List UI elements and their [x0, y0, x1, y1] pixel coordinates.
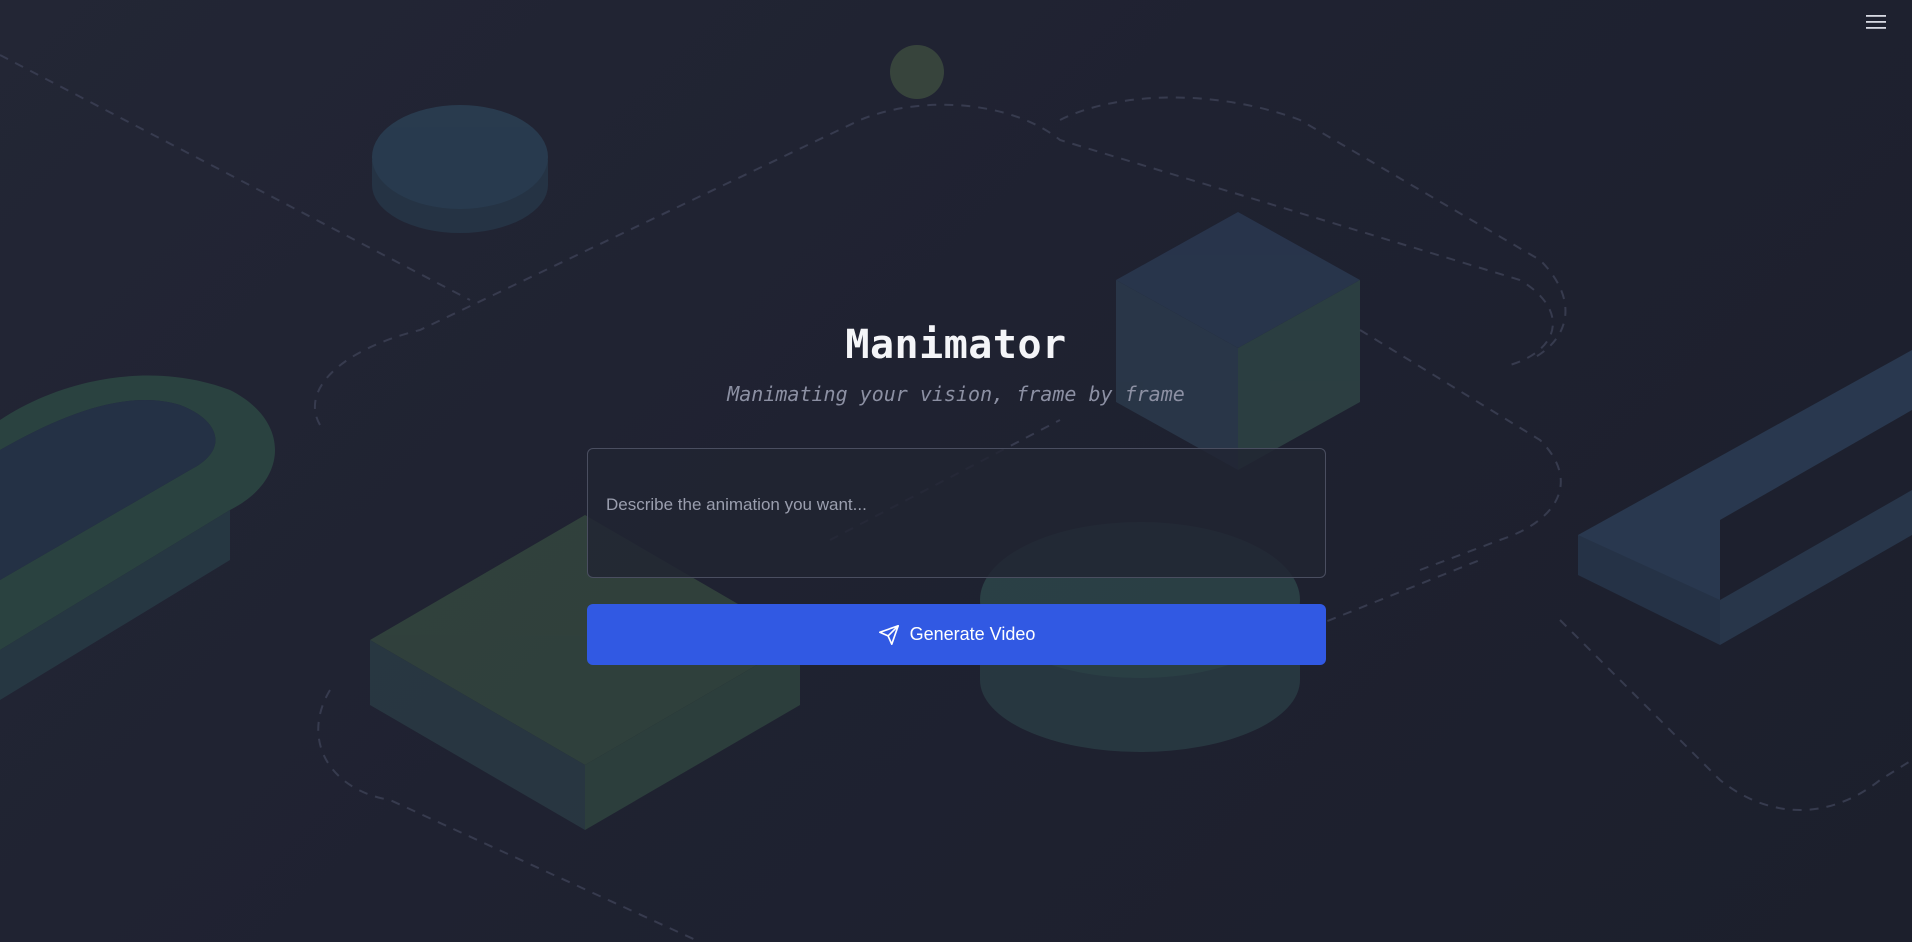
prompt-container — [587, 448, 1326, 578]
generate-video-label: Generate Video — [909, 624, 1036, 644]
page-tagline: Manimating your vision, frame by frame — [727, 382, 1185, 406]
generate-video-button[interactable]: Generate Video — [587, 604, 1326, 665]
app-root: Manimator Manimating your vision, frame … — [0, 0, 1912, 942]
animation-prompt-input[interactable] — [588, 449, 1325, 577]
page-title: Manimator — [845, 322, 1067, 368]
hero-section: Manimator Manimating your vision, frame … — [0, 0, 1912, 942]
send-icon — [878, 624, 900, 646]
